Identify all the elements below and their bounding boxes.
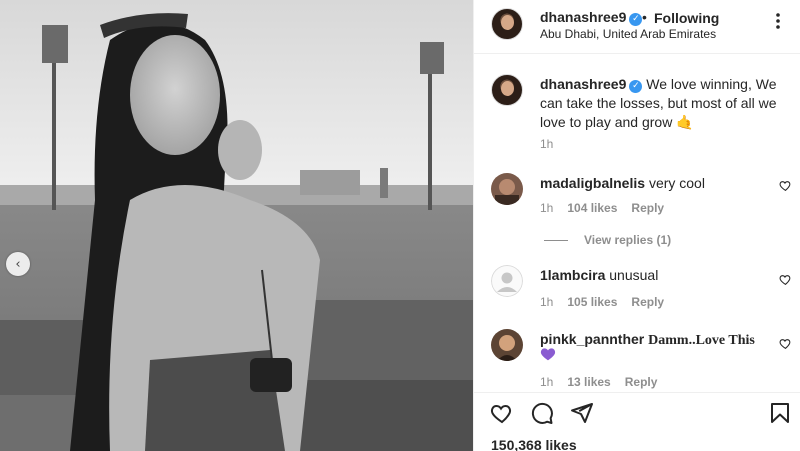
- heart-icon[interactable]: [490, 401, 514, 425]
- bookmark-icon[interactable]: [768, 401, 792, 425]
- comment-time[interactable]: 1h: [540, 375, 553, 389]
- following-button[interactable]: Following: [654, 10, 719, 26]
- comment-icon[interactable]: [530, 401, 554, 425]
- verified-badge-icon: ✓: [629, 13, 643, 26]
- share-icon[interactable]: [570, 401, 594, 425]
- reply-button[interactable]: Reply: [631, 201, 664, 215]
- caption-timestamp[interactable]: 1h: [540, 137, 553, 151]
- comment-heart-icon[interactable]: [779, 337, 792, 350]
- comment-text: madaligbalnelis very cool: [540, 175, 705, 191]
- comment-body: unusual: [609, 267, 659, 283]
- caption-username[interactable]: dhanashree9: [540, 76, 626, 92]
- comment-body: Damm..Love This: [648, 333, 755, 348]
- chevron-left-icon: ‹: [15, 256, 21, 272]
- commenter-avatar[interactable]: [491, 329, 523, 361]
- reply-button[interactable]: Reply: [625, 375, 658, 389]
- header-separator: •: [642, 9, 647, 25]
- post-side-panel: dhanashree9 ✓ • Following Abu Dhabi, Unit…: [473, 0, 800, 451]
- post-photo[interactable]: ‹: [0, 0, 473, 451]
- comment-time[interactable]: 1h: [540, 201, 553, 215]
- post-header: dhanashree9 ✓ • Following Abu Dhabi, Unit…: [474, 0, 800, 54]
- comment-likes[interactable]: 104 likes: [567, 201, 617, 215]
- comment-meta: 1h 13 likes Reply: [540, 375, 671, 389]
- view-replies-button[interactable]: View replies (1): [544, 233, 671, 247]
- comment-username[interactable]: madaligbalnelis: [540, 175, 645, 191]
- comment-username[interactable]: 1lambcira: [540, 267, 605, 283]
- comment-likes[interactable]: 13 likes: [567, 375, 610, 389]
- likes-count[interactable]: 150,368 likes: [491, 437, 577, 451]
- comment-body: very cool: [648, 175, 705, 191]
- comment-text: 1lambcira unusual: [540, 267, 658, 283]
- more-options-icon[interactable]: [770, 11, 786, 31]
- photo-image: [0, 0, 473, 451]
- caption-text: dhanashree9 ✓ We love winning, We can tak…: [540, 75, 790, 133]
- reply-button[interactable]: Reply: [631, 295, 664, 309]
- comment-time[interactable]: 1h: [540, 295, 553, 309]
- commenter-avatar-default[interactable]: [491, 265, 523, 297]
- purple-heart-icon: [540, 348, 556, 361]
- comment-text: pinkk_pannther Damm..Love This: [540, 331, 755, 349]
- author-username-text[interactable]: dhanashree9: [540, 9, 626, 25]
- post-location[interactable]: Abu Dhabi, United Arab Emirates: [540, 27, 716, 41]
- commenter-avatar[interactable]: [491, 173, 523, 205]
- comment-meta: 1h 104 likes Reply: [540, 201, 678, 215]
- author-avatar[interactable]: [491, 8, 523, 40]
- comment-heart-icon[interactable]: [779, 273, 792, 286]
- caption-avatar[interactable]: [491, 74, 523, 106]
- hand-emoji-icon: 🤙: [676, 115, 694, 131]
- comment-heart-icon[interactable]: [779, 179, 792, 192]
- verified-badge-icon: ✓: [629, 80, 643, 93]
- comment-meta: 1h 105 likes Reply: [540, 295, 678, 309]
- carousel-prev-button[interactable]: ‹: [6, 252, 30, 276]
- author-username[interactable]: dhanashree9 ✓: [540, 9, 643, 26]
- comment-likes[interactable]: 105 likes: [567, 295, 617, 309]
- comment-username[interactable]: pinkk_pannther: [540, 331, 644, 347]
